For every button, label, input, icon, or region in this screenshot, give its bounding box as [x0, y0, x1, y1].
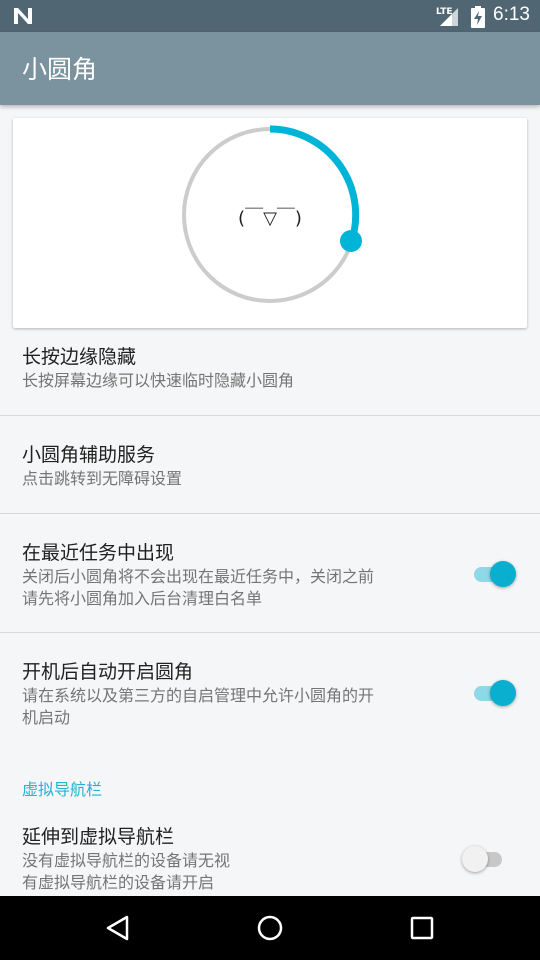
- summary-line: 点击跳转到无障碍设置: [22, 469, 183, 488]
- recents-icon[interactable]: [406, 912, 438, 944]
- summary-line: 关闭后小圆角将不会出现在最近任务中，关闭之前: [22, 567, 375, 586]
- extend-nav-bar-switch[interactable]: [462, 844, 506, 874]
- setting-long-press-hide[interactable]: 长按边缘隐藏 长按屏幕边缘可以快速临时隐藏小圆角: [0, 330, 540, 416]
- app-bar: 小圆角: [0, 32, 540, 105]
- setting-show-in-recents[interactable]: 在最近任务中出现 关闭后小圆角将不会出现在最近任务中，关闭之前 请先将小圆角加入…: [0, 514, 540, 632]
- setting-summary: 长按屏幕边缘可以快速临时隐藏小圆角: [22, 370, 442, 392]
- battery-charging-icon: [471, 6, 485, 28]
- setting-title: 开机后自动开启圆角: [22, 661, 194, 683]
- setting-summary: 没有虚拟导航栏的设备请无视 有虚拟导航栏的设备请开启: [22, 850, 442, 894]
- setting-extend-to-nav-bar[interactable]: 延伸到虚拟导航栏 没有虚拟导航栏的设备请无视 有虚拟导航栏的设备请开启: [0, 812, 540, 896]
- switch-thumb: [462, 846, 488, 872]
- setting-title: 延伸到虚拟导航栏: [22, 826, 175, 848]
- summary-line: 有虚拟导航栏的设备请开启: [22, 873, 215, 892]
- setting-summary: 关闭后小圆角将不会出现在最近任务中，关闭之前 请先将小圆角加入后台清理白名单: [22, 566, 442, 610]
- notification-n-icon: [14, 8, 32, 24]
- switch-thumb: [490, 561, 516, 587]
- summary-line: 长按屏幕边缘可以快速临时隐藏小圆角: [22, 371, 295, 390]
- setting-summary: 请在系统以及第三方的自启管理中允许小圆角的开 机启动: [22, 685, 442, 729]
- clock: 6:13: [493, 4, 530, 25]
- home-icon[interactable]: [254, 912, 286, 944]
- cell-signal-icon: [440, 8, 458, 26]
- switch-thumb: [490, 680, 516, 706]
- back-icon[interactable]: [102, 912, 134, 944]
- setting-auto-start-on-boot[interactable]: 开机后自动开启圆角 请在系统以及第三方的自启管理中允许小圆角的开 机启动: [0, 633, 540, 751]
- summary-line: 请在系统以及第三方的自启管理中允许小圆角的开: [22, 686, 375, 705]
- setting-accessibility-service[interactable]: 小圆角辅助服务 点击跳转到无障碍设置: [0, 416, 540, 513]
- summary-line: 机启动: [22, 708, 71, 727]
- setting-title: 小圆角辅助服务: [22, 444, 156, 466]
- page-title: 小圆角: [22, 55, 98, 84]
- summary-line: 请先将小圆角加入后台清理白名单: [22, 589, 263, 608]
- summary-line: 没有虚拟导航栏的设备请无视: [22, 851, 231, 870]
- dial-handle: [340, 230, 362, 252]
- system-nav-bar: [0, 896, 540, 960]
- preview-face-text: (￣▽￣): [238, 208, 302, 229]
- show-in-recents-switch[interactable]: [472, 559, 516, 589]
- auto-start-switch[interactable]: [472, 678, 516, 708]
- setting-title: 在最近任务中出现: [22, 542, 175, 564]
- status-bar: LTE 6:13: [0, 0, 540, 32]
- setting-summary: 点击跳转到无障碍设置: [22, 468, 442, 490]
- section-header-virtual-nav: 虚拟导航栏: [22, 780, 103, 799]
- corner-preview-card: (￣▽￣): [13, 118, 527, 328]
- setting-title: 长按边缘隐藏: [22, 346, 137, 368]
